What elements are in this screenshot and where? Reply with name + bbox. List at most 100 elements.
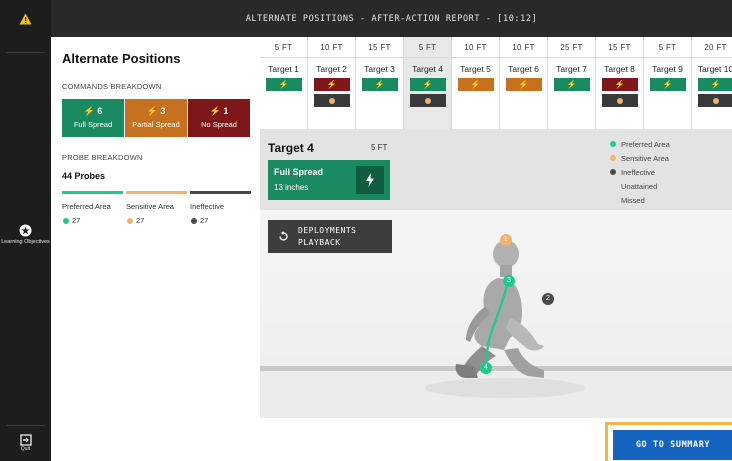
target-column[interactable]: 5 FT Target 1 ⚡ <box>260 37 308 129</box>
playback-label-line1: DEPLOYMENTS <box>298 226 357 235</box>
bolt-icon <box>356 166 384 194</box>
bolt-icon: ⚡ <box>83 106 95 116</box>
sensitive-bar <box>126 191 187 194</box>
command-label: Partial Spread <box>132 120 180 129</box>
go-to-summary-button[interactable]: GO TO SUMMARY <box>613 430 732 460</box>
target-distance: 15 FT <box>356 37 403 58</box>
marker-3[interactable]: 3 <box>503 275 515 287</box>
bolt-icon: ⚡ <box>209 106 221 116</box>
target-column[interactable]: 25 FT Target 7 ⚡ <box>548 37 596 129</box>
probe-total: 44 Probes <box>62 171 106 181</box>
bolt-icon: ⚡ <box>422 80 433 89</box>
target-column[interactable]: 5 FT Target 4 ⚡ <box>404 37 452 129</box>
target-distance: 5 FT <box>371 143 388 152</box>
target-column[interactable]: 15 FT Target 8 ⚡ <box>596 37 644 129</box>
target-name: Target 7 <box>556 64 587 74</box>
bolt-icon: ⚡ <box>374 80 385 89</box>
command-chip: ⚡ <box>649 78 686 91</box>
ineffective-bar <box>190 191 251 194</box>
rail-divider <box>6 52 45 53</box>
command-chip: ⚡ <box>553 78 590 91</box>
legend-label: Ineffective <box>621 167 656 177</box>
legend-row: Ineffective1 <box>610 165 732 179</box>
deployments-playback-button[interactable]: DEPLOYMENTS PLAYBACK <box>268 220 392 253</box>
result-label: Full Spread <box>274 167 324 177</box>
marker-1[interactable]: 1 <box>500 234 512 246</box>
star-icon <box>19 224 32 237</box>
command-label: Full Spread <box>73 120 113 129</box>
ineffective-value: 27 <box>191 216 208 225</box>
command-chip: ⚡ <box>361 78 398 91</box>
target-name: Target 1 <box>268 64 299 74</box>
bolt-icon: ⚡ <box>518 80 529 89</box>
dot-icon <box>616 97 623 104</box>
target-column[interactable]: 10 FT Target 6 ⚡ <box>500 37 548 129</box>
title-bar: ALTERNATE POSITIONS - AFTER-ACTION REPOR… <box>51 0 732 37</box>
dot-icon <box>424 97 431 104</box>
exit-icon <box>19 433 32 446</box>
command-chip: ⚡ <box>601 78 638 91</box>
dot-icon <box>63 217 69 224</box>
target-column[interactable]: 10 FT Target 2 ⚡ <box>308 37 356 129</box>
bolt-icon: ⚡ <box>710 80 721 89</box>
target-column[interactable]: 15 FT Target 3 ⚡ <box>356 37 404 129</box>
result-value: 13 inches <box>274 183 309 192</box>
marker-2[interactable]: 2 <box>542 293 554 305</box>
target-column[interactable]: 20 FT Target 10 ⚡ <box>692 37 732 129</box>
warning-icon[interactable] <box>0 0 51 37</box>
legend-label: Unattained <box>621 181 658 191</box>
learning-objectives-button[interactable]: Learning Objectives <box>0 224 51 246</box>
dot-icon <box>191 217 197 224</box>
target-column[interactable]: 5 FT Target 9 ⚡ <box>644 37 692 129</box>
marker-4[interactable]: 4 <box>480 362 492 374</box>
target-distance: 15 FT <box>596 37 643 58</box>
target-name: Target 2 <box>316 64 347 74</box>
bolt-icon: ⚡ <box>278 80 289 89</box>
command-label: No Spread <box>201 120 237 129</box>
command-chip: ⚡ <box>313 78 350 91</box>
quit-button[interactable]: Quit <box>0 433 51 452</box>
preferred-value: 27 <box>63 216 80 225</box>
model-viewer[interactable]: 1 2 3 4 DEPLOYMENTS PLAYBACK <box>260 210 732 418</box>
command-chip: ⚡ <box>505 78 542 91</box>
playback-label-line2: PLAYBACK <box>298 238 341 247</box>
footer-bar: GO TO SUMMARY <box>51 418 732 461</box>
probe-chip <box>697 94 732 107</box>
command-count: ⚡ 1 <box>209 106 229 116</box>
sensitive-value: 27 <box>127 216 144 225</box>
panel-title: Alternate Positions <box>62 51 181 66</box>
probe-chip <box>601 94 638 107</box>
legend-label: Missed <box>621 195 645 205</box>
ineffective-label: Ineffective <box>190 202 225 211</box>
legend-row: Missed1 <box>610 193 732 207</box>
preferred-label: Preferred Area <box>62 202 111 211</box>
target-distance: 10 FT <box>308 37 355 58</box>
command-chip: ⚡ <box>697 78 732 91</box>
dot-icon <box>712 97 719 104</box>
legend-label: Sensitive Area <box>621 153 669 163</box>
replay-icon <box>278 231 289 242</box>
legend-row: Unattained0 <box>610 179 732 193</box>
bolt-icon: ⚡ <box>614 80 625 89</box>
preferred-bar <box>62 191 123 194</box>
summary-highlight: GO TO SUMMARY <box>605 422 732 461</box>
target-column[interactable]: 10 FT Target 5 ⚡ <box>452 37 500 129</box>
target-name: Target 4 <box>268 141 314 155</box>
legend-row: Preferred Area2 <box>610 137 732 151</box>
dot-icon <box>610 155 616 161</box>
dot-icon <box>610 169 616 175</box>
commands-heading: COMMANDS BREAKDOWN <box>62 82 162 91</box>
target-name: Target 3 <box>364 64 395 74</box>
result-card: Full Spread 13 inches <box>268 160 390 200</box>
target-distance: 5 FT <box>260 37 307 58</box>
target-distance: 10 FT <box>500 37 547 58</box>
target-name: Target 6 <box>508 64 539 74</box>
bolt-icon: ⚡ <box>470 80 481 89</box>
sensitive-label: Sensitive Area <box>126 202 174 211</box>
command-count: ⚡ 3 <box>146 106 166 116</box>
command-count: ⚡ 6 <box>83 106 103 116</box>
target-distance: 10 FT <box>452 37 499 58</box>
bolt-icon: ⚡ <box>146 106 158 116</box>
rail-divider <box>6 425 45 426</box>
learning-objectives-label: Learning Objectives <box>1 239 50 245</box>
